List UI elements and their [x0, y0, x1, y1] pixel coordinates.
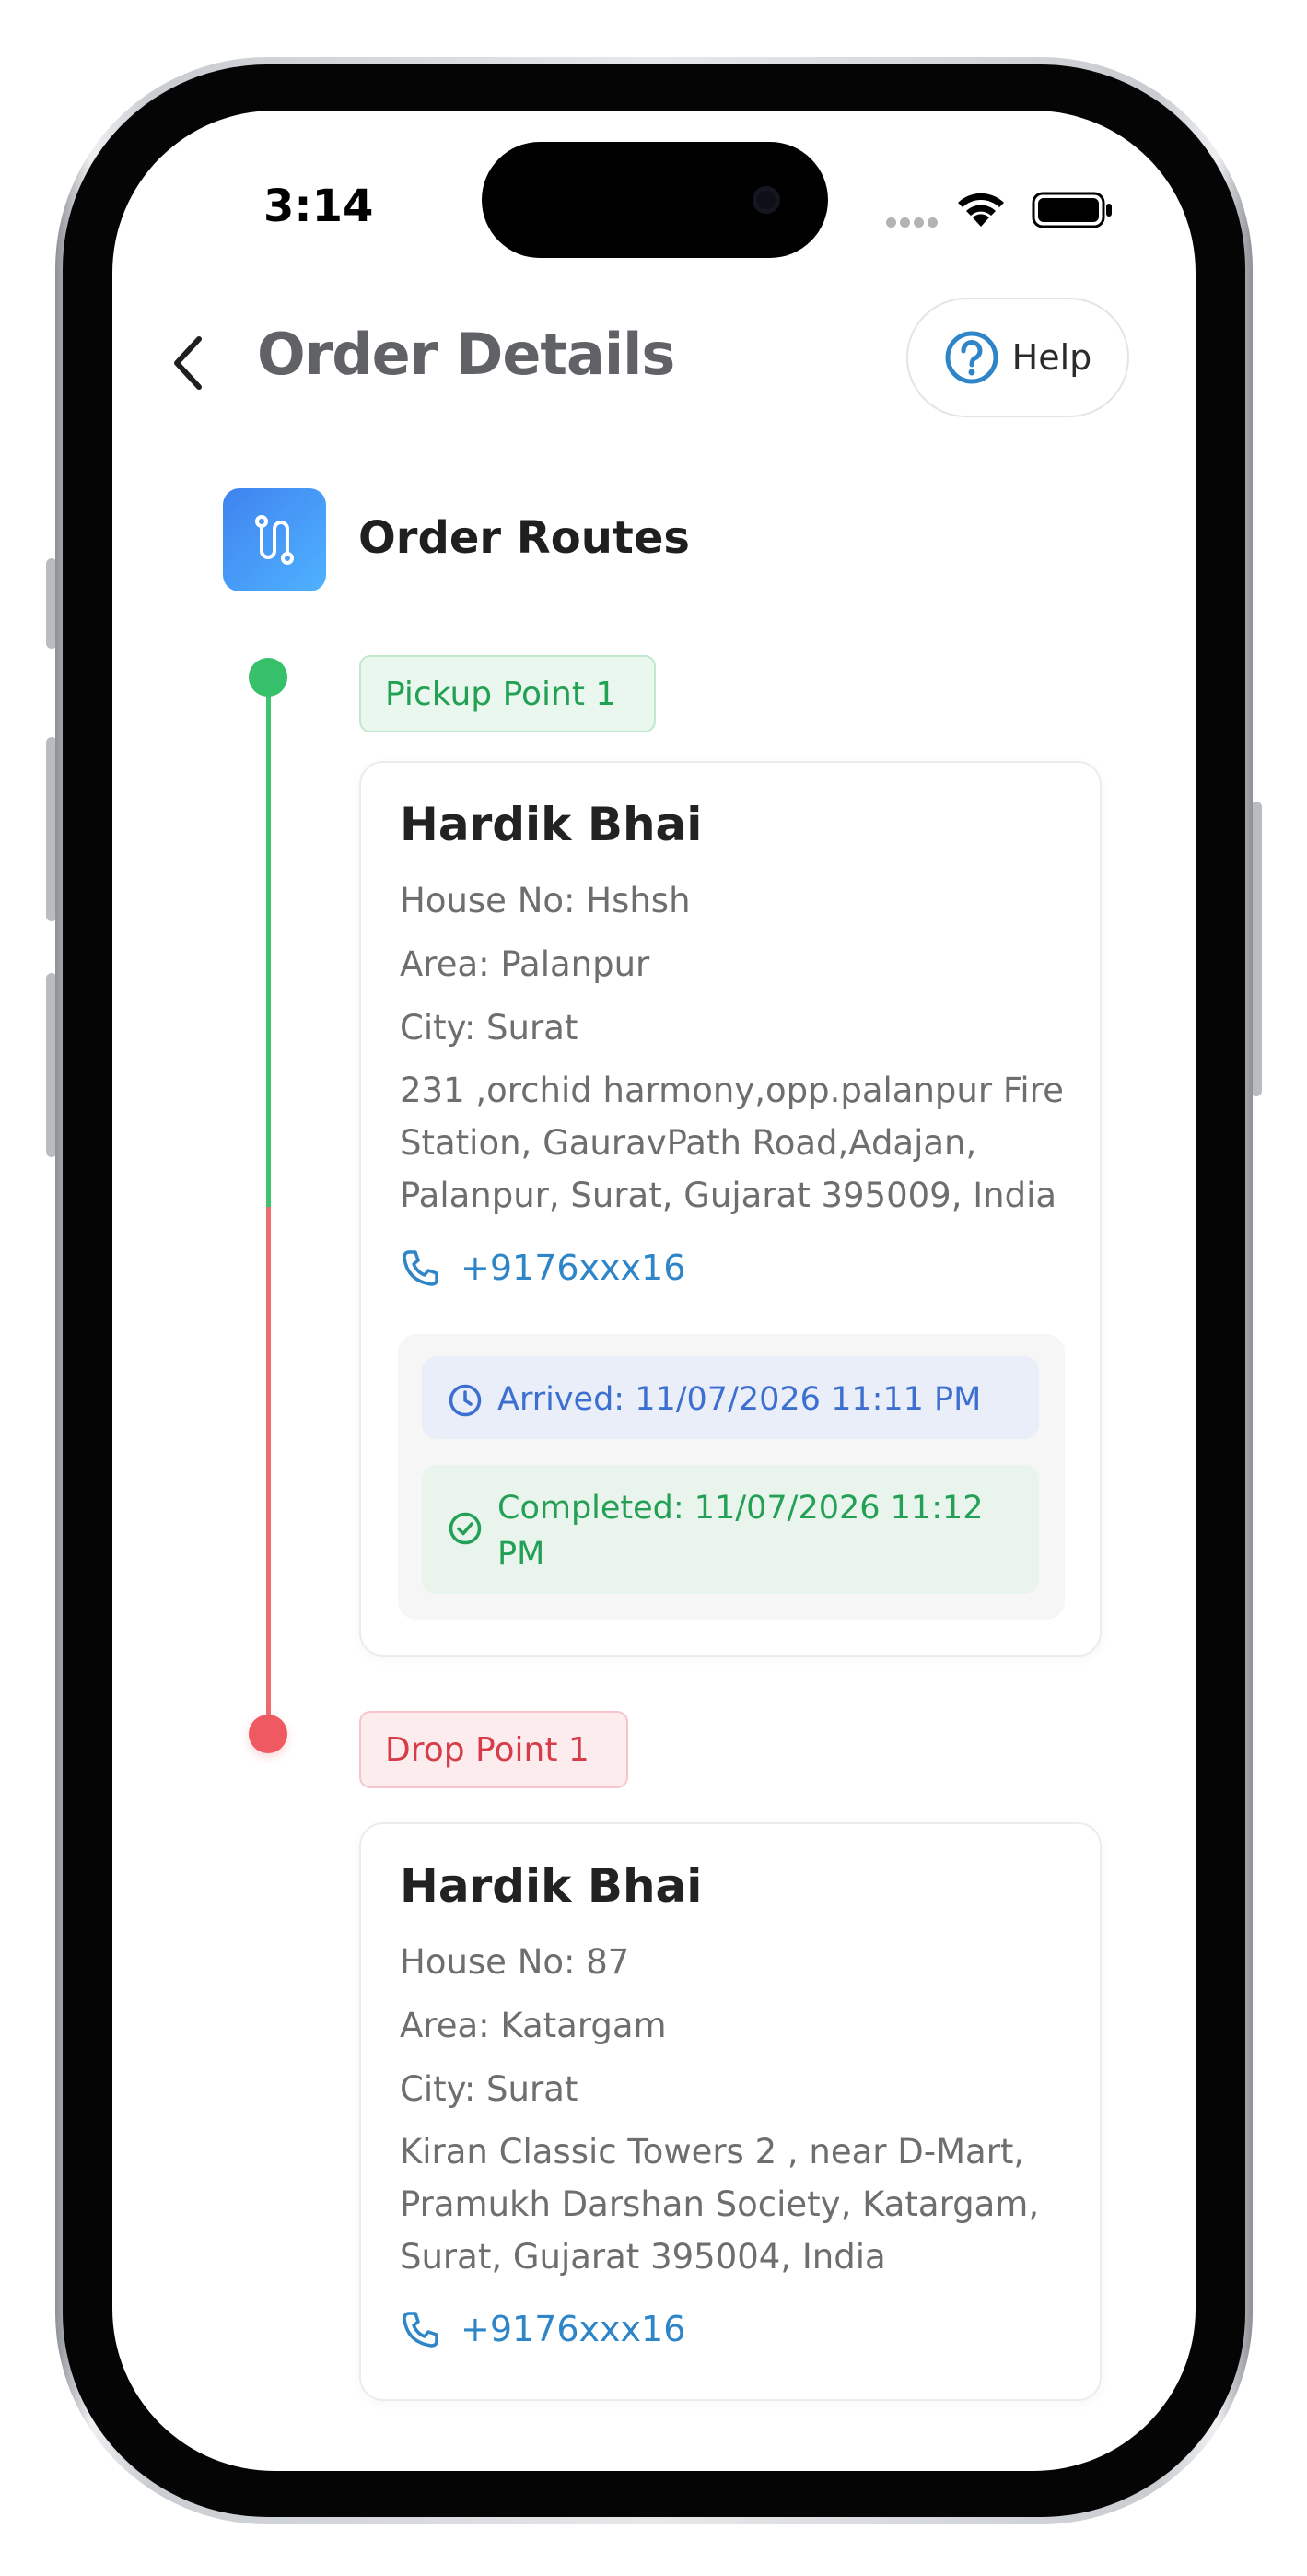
back-chevron-icon[interactable]: [164, 332, 216, 394]
house-number: House No: 87: [400, 1942, 630, 1982]
phone-screen: 3:14 Order Details Help Order Routes Pic…: [112, 111, 1196, 2471]
phone-link[interactable]: +9176xxx16: [400, 2309, 685, 2349]
drop-dot: [249, 1715, 287, 1753]
timeline-line-drop: [266, 1207, 271, 1730]
help-button[interactable]: Help: [906, 298, 1129, 417]
timeline-line-pickup: [266, 674, 271, 1207]
phone-icon: [403, 2312, 438, 2348]
area: Area: Katargam: [400, 2006, 667, 2045]
battery-icon: [1032, 192, 1112, 228]
full-address: Kiran Classic Towers 2 , near D-Mart, Pr…: [400, 2132, 1040, 2277]
house-number: House No: Hshsh: [400, 881, 691, 920]
phone-icon: [403, 1250, 438, 1286]
arrived-text: Arrived: 11/07/2026 11:11 PM: [497, 1381, 982, 1418]
page-title: Order Details: [257, 321, 675, 388]
completed-status: Completed: 11/07/2026 11:12 PM: [422, 1465, 1039, 1594]
status-time: 3:14: [263, 181, 374, 232]
phone-link[interactable]: +9176xxx16: [400, 1247, 685, 1288]
route-badge: [223, 488, 326, 591]
wifi-icon: [958, 193, 1004, 227]
clock-icon: [449, 1384, 482, 1417]
city: City: Surat: [400, 1008, 578, 1048]
pickup-card: Hardik Bhai House No: Hshsh Area: Palanp…: [359, 761, 1102, 1657]
contact-name: Hardik Bhai: [400, 798, 703, 851]
section-title: Order Routes: [358, 512, 690, 564]
dynamic-island: [482, 142, 828, 258]
phone-number: +9176xxx16: [461, 1247, 686, 1288]
help-label: Help: [1011, 337, 1092, 378]
route-icon: [255, 515, 294, 565]
city: City: Surat: [400, 2069, 578, 2109]
contact-name: Hardik Bhai: [400, 1859, 703, 1913]
status-box: Arrived: 11/07/2026 11:11 PM Completed: …: [398, 1334, 1065, 1620]
full-address: 231 ,orchid harmony,opp.palanpur Fire St…: [400, 1071, 1064, 1215]
help-circle-icon: [945, 331, 998, 384]
phone-number: +9176xxx16: [461, 2309, 686, 2349]
area: Area: Palanpur: [400, 944, 650, 984]
pickup-tag: Pickup Point 1: [359, 655, 656, 732]
completed-text: Completed: 11/07/2026 11:12 PM: [497, 1490, 984, 1573]
camera-lens: [753, 186, 780, 214]
arrived-status: Arrived: 11/07/2026 11:11 PM: [422, 1356, 1039, 1439]
drop-tag: Drop Point 1: [359, 1711, 628, 1788]
check-circle-icon: [449, 1512, 482, 1545]
cellular-signal-icon: [886, 217, 938, 228]
drop-card: Hardik Bhai House No: 87 Area: Katargam …: [359, 1822, 1102, 2401]
pickup-dot: [249, 658, 287, 697]
